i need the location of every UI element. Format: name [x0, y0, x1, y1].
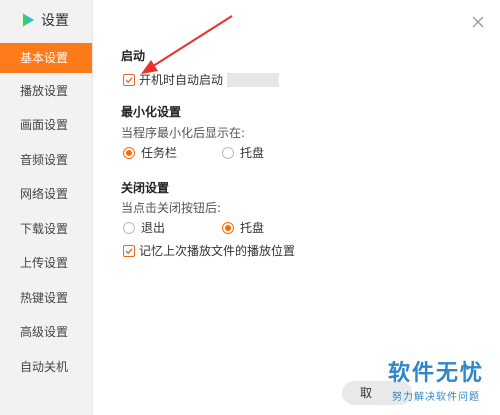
watermark-title: 软件无忧 — [387, 361, 484, 386]
watermark: 软件无忧 努力解决软件问题 — [376, 355, 496, 403]
watermark-subtitle: 努力解决软件问题 — [392, 392, 480, 403]
annotation-arrow-icon — [141, 15, 233, 74]
